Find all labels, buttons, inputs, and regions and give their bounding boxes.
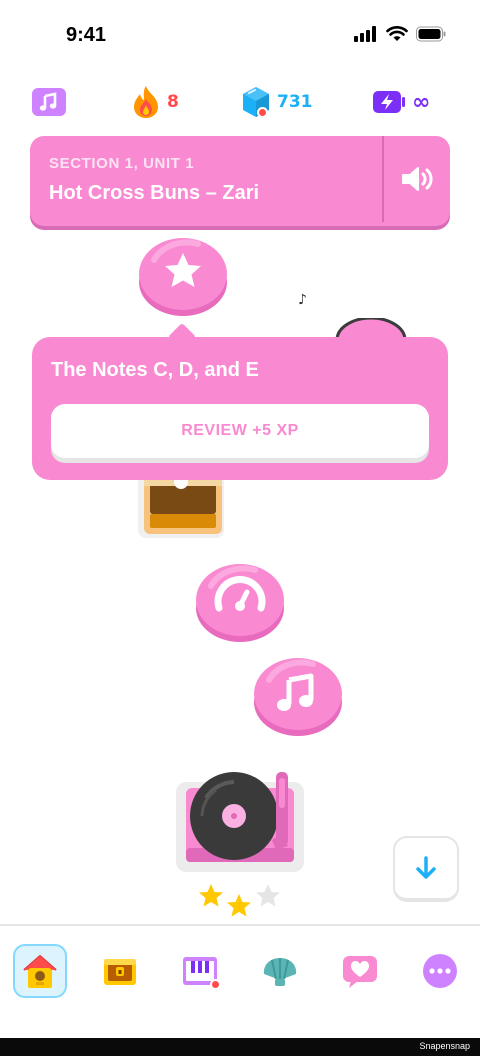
- music-note-icon: [32, 88, 66, 116]
- record-player-node[interactable]: [176, 768, 304, 876]
- nav-heart-messages[interactable]: [333, 944, 387, 998]
- home-icon: [23, 955, 57, 988]
- arrow-down-icon: [416, 856, 436, 879]
- energy-counter[interactable]: ∞: [372, 84, 430, 120]
- music-note-icon: [254, 658, 342, 736]
- status-bar: 9:41: [0, 0, 480, 70]
- footer-strip: Snapensnap: [0, 1038, 480, 1056]
- star-icon: [139, 238, 227, 316]
- cellular-signal-icon: [354, 26, 376, 42]
- lesson-popup: The Notes C, D, and E REVIEW +5 XP: [32, 337, 448, 480]
- piano-icon-wrap: [180, 953, 221, 990]
- record-player-icon: [176, 772, 304, 872]
- heart-message-icon: [343, 956, 377, 988]
- nav-chest[interactable]: [93, 944, 147, 998]
- nav-shell[interactable]: [253, 944, 307, 998]
- speedometer-icon: [196, 564, 284, 642]
- energy-value: ∞: [412, 89, 431, 115]
- status-time: 9:41: [66, 24, 107, 46]
- nav-more[interactable]: [413, 944, 467, 998]
- stars-icon: [199, 884, 280, 917]
- stars-rating: [198, 882, 284, 924]
- more-icon: [423, 954, 457, 988]
- gems-counter[interactable]: 731: [241, 84, 313, 120]
- lesson-node-music[interactable]: [253, 656, 343, 742]
- shell-icon: [263, 958, 297, 986]
- status-icons: [354, 26, 446, 42]
- speaker-icon: [402, 167, 433, 191]
- streak-value: 8: [167, 92, 179, 112]
- bottom-nav: [0, 924, 480, 1038]
- stats-bar: 8 731 ∞: [0, 84, 480, 120]
- floating-note-icon: ♪: [298, 292, 307, 308]
- notification-dot: [257, 107, 268, 118]
- streak-counter[interactable]: 8: [131, 84, 179, 120]
- treasure-chest-icon: [138, 474, 224, 538]
- unit-header[interactable]: SECTION 1, UNIT 1 Hot Cross Buns – Zari: [30, 136, 450, 226]
- course-selector[interactable]: [31, 84, 67, 120]
- gem-icon-wrap: [241, 85, 271, 119]
- review-button[interactable]: REVIEW +5 XP: [51, 404, 429, 458]
- unit-title: Hot Cross Buns – Zari: [49, 182, 260, 204]
- unit-sound-button[interactable]: [384, 136, 450, 222]
- watermark: Snapensnap: [419, 1041, 470, 1051]
- wifi-icon: [386, 26, 408, 41]
- gems-value: 731: [277, 92, 313, 112]
- notification-dot: [210, 979, 221, 990]
- flame-icon: [134, 86, 158, 118]
- popup-title: The Notes C, D, and E: [51, 359, 259, 381]
- lesson-node-star[interactable]: [138, 236, 228, 322]
- nav-piano[interactable]: [173, 944, 227, 998]
- energy-battery-icon: [373, 91, 405, 113]
- scroll-down-button[interactable]: [393, 836, 459, 902]
- nav-home[interactable]: [13, 944, 67, 998]
- battery-icon: [416, 26, 446, 42]
- treasure-chest-node[interactable]: [136, 470, 226, 546]
- lesson-node-speedometer[interactable]: [195, 562, 285, 648]
- unit-section-label: SECTION 1, UNIT 1: [49, 155, 195, 172]
- treasure-chest-icon: [104, 959, 136, 985]
